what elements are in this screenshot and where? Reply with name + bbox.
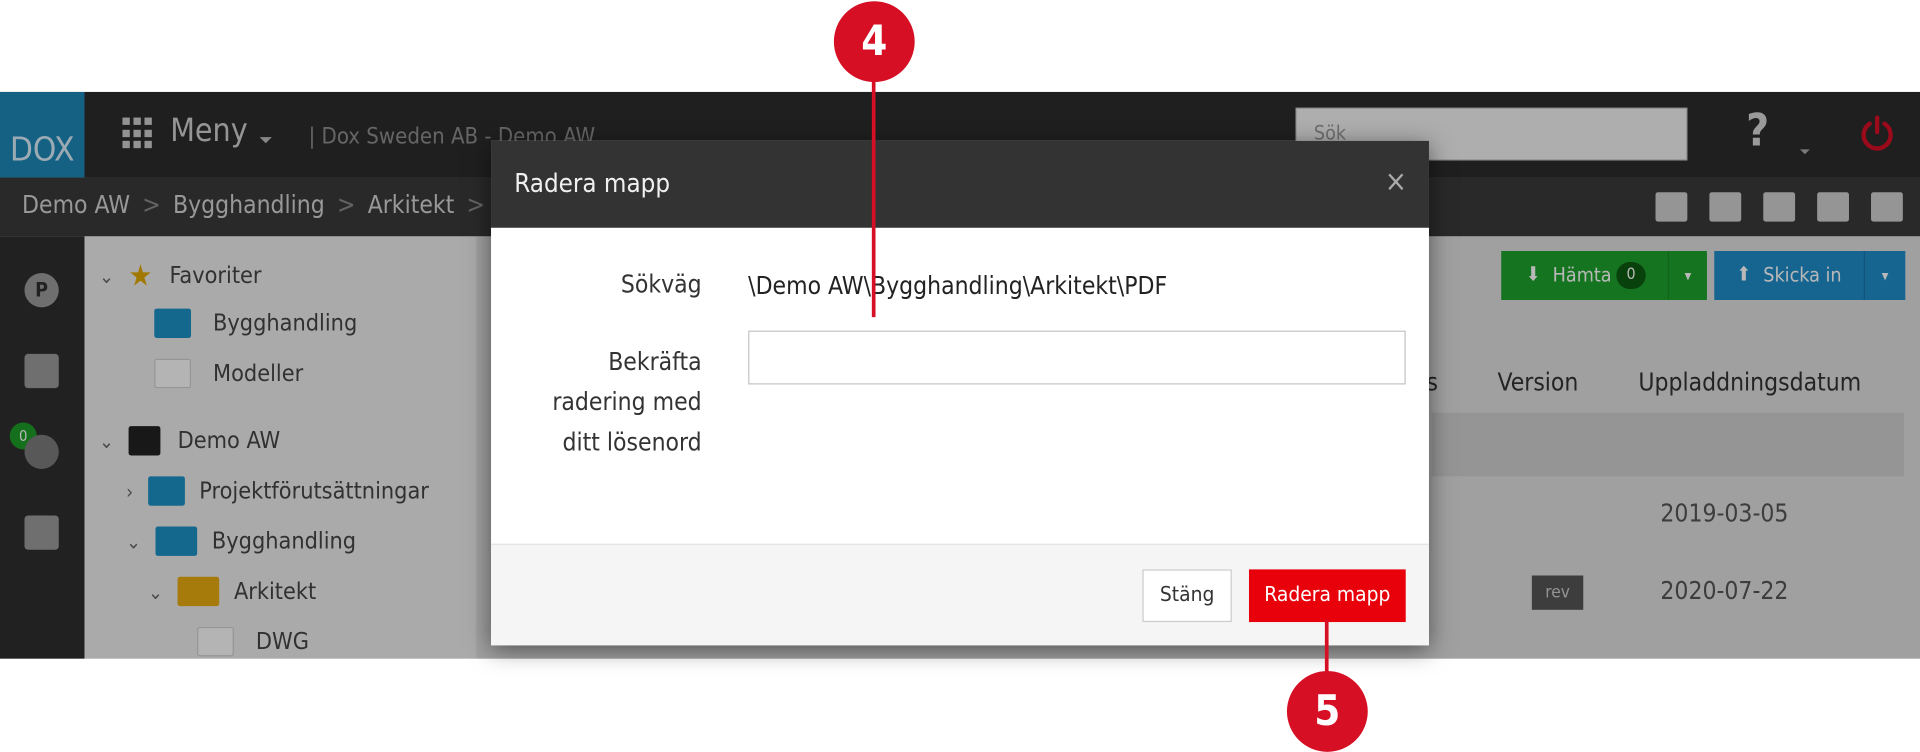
confirm-label: Bekräfta radering med ditt lösenord <box>552 346 702 457</box>
delete-folder-button[interactable]: Radera mapp <box>1248 569 1406 623</box>
path-value: \Demo AW\Bygghandling\Arkitekt\PDF <box>748 270 1168 301</box>
callout-marker: 4 <box>833 1 915 83</box>
screenshot: DOX Meny | Dox Sweden AB - Demo AW Sök ?… <box>0 0 1920 752</box>
dialog-title: Radera mapp <box>514 168 671 199</box>
dialog-footer: Stäng Radera mapp <box>491 543 1429 646</box>
callout-line <box>1324 619 1329 674</box>
dialog-header: Radera mapp × <box>491 140 1429 228</box>
close-icon[interactable]: × <box>1385 164 1407 198</box>
path-label: Sökväg <box>620 269 702 299</box>
close-button[interactable]: Stäng <box>1142 569 1232 623</box>
password-input[interactable] <box>748 330 1406 385</box>
callout-marker: 5 <box>1286 671 1368 752</box>
callout-line <box>871 80 876 318</box>
delete-folder-dialog: Radera mapp × Sökväg \Demo AW\Bygghandli… <box>491 140 1429 646</box>
